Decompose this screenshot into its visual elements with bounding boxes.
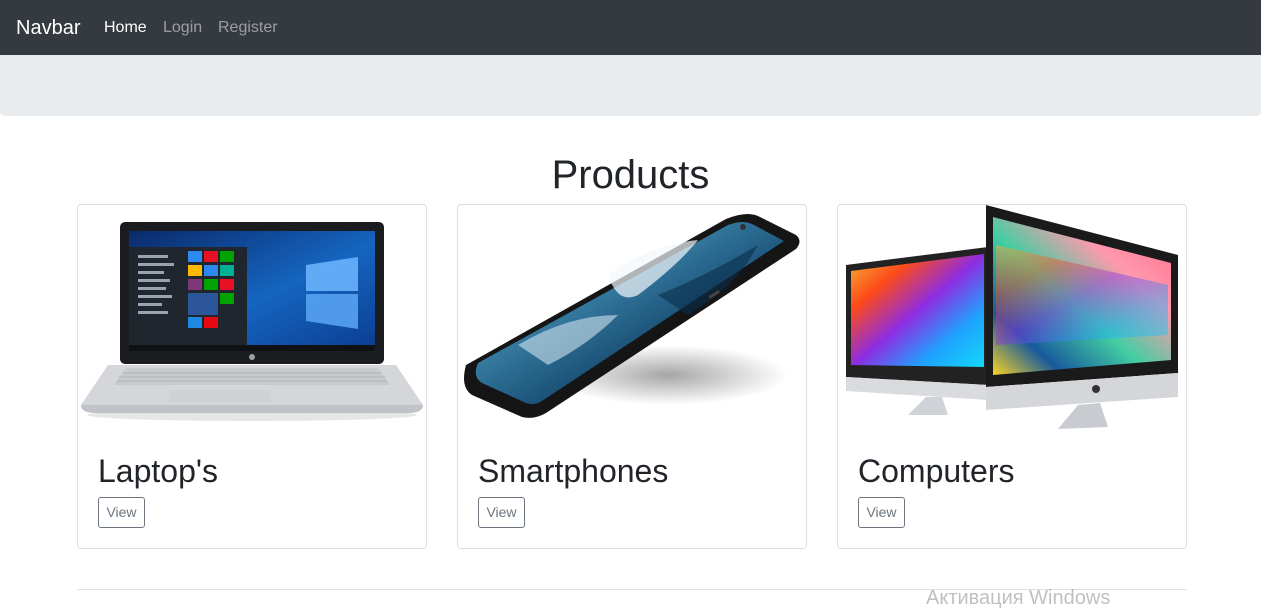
computers-image xyxy=(838,205,1186,431)
page-title: Products xyxy=(551,153,710,197)
product-card-smartphones: Smartphones View xyxy=(457,204,807,549)
nav-link-login[interactable]: Login xyxy=(163,18,202,38)
nav-link-home[interactable]: Home xyxy=(104,18,147,38)
navbar: Navbar Home Login Register xyxy=(0,0,1261,55)
jumbotron xyxy=(0,55,1261,116)
view-button[interactable]: View xyxy=(98,497,145,528)
nav-link-register[interactable]: Register xyxy=(218,18,278,38)
card-title: Smartphones xyxy=(478,453,669,489)
navbar-brand[interactable]: Navbar xyxy=(16,15,80,41)
product-card-computers: Computers View xyxy=(837,204,1187,549)
card-title: Laptop's xyxy=(98,453,218,489)
view-button[interactable]: View xyxy=(858,497,905,528)
windows-activation-watermark: Активация Windows xyxy=(926,587,1111,609)
smartphone-image xyxy=(458,205,806,431)
product-card-laptops: Laptop's View xyxy=(77,204,427,549)
laptop-image xyxy=(78,205,426,431)
view-button[interactable]: View xyxy=(478,497,525,528)
card-title: Computers xyxy=(858,453,1015,489)
